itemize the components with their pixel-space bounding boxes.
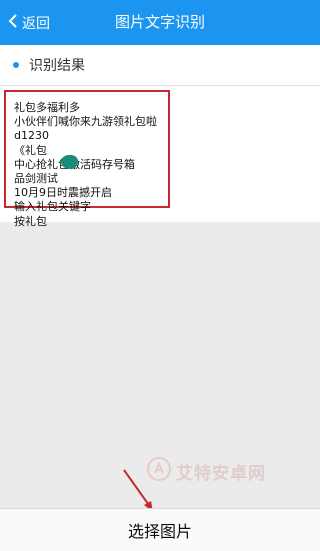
select-image-label: 选择图片 [127,522,192,541]
annotation-arrow-icon [123,469,153,512]
select-image-button[interactable]: 选择图片 [0,508,320,551]
